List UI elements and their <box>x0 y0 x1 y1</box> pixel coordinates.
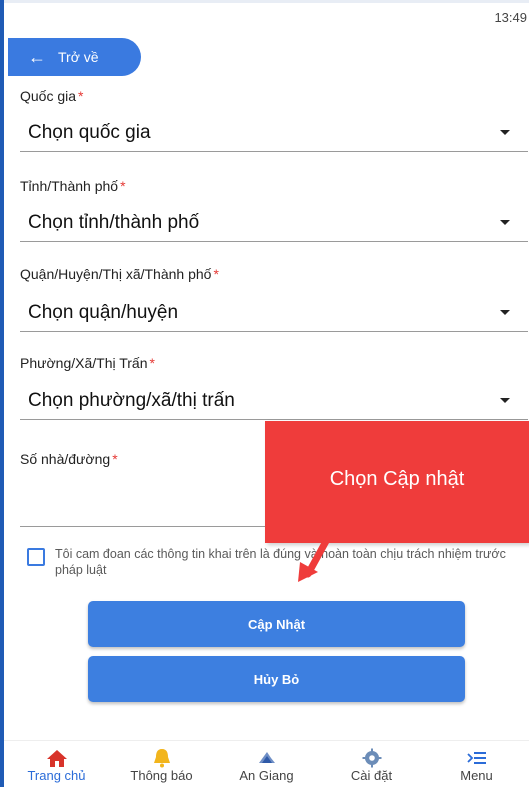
bell-icon <box>153 749 170 768</box>
window-left-border <box>0 0 4 787</box>
country-label: Quốc gia * <box>20 88 84 104</box>
ward-label: Phường/Xã/Thị Trấn * <box>20 355 155 371</box>
tab-home-label: Trang chủ <box>27 768 86 783</box>
commitment-checkbox[interactable] <box>27 548 45 566</box>
tab-settings-label: Cài đặt <box>350 768 393 783</box>
district-select[interactable]: Chọn quận/huyện <box>20 294 528 332</box>
window-top-border <box>0 0 529 3</box>
bottom-tab-bar: Trang chủ Thông báo An Giang Cài đặt Men… <box>4 740 529 788</box>
province-label: Tỉnh/Thành phố * <box>20 178 126 194</box>
logo-icon <box>258 752 275 763</box>
ward-select[interactable]: Chọn phường/xã/thị trấn <box>20 382 528 420</box>
district-label: Quận/Huyện/Thị xã/Thành phố * <box>20 266 219 282</box>
tab-menu[interactable]: Menu <box>424 741 529 788</box>
cancel-button[interactable]: Hủy Bỏ <box>88 656 465 702</box>
annotation-callout: Chọn Cập nhật <box>265 421 529 543</box>
ward-field: Phường/Xã/Thị Trấn * Chọn phường/xã/thị t… <box>20 355 528 420</box>
province-value: Chọn tỉnh/thành phố <box>28 211 200 233</box>
gear-icon <box>362 748 381 768</box>
tab-menu-label: Menu <box>460 768 493 783</box>
district-field: Quận/Huyện/Thị xã/Thành phố * Chọn quận/h… <box>20 266 528 332</box>
update-button[interactable]: Cập Nhật <box>88 601 465 647</box>
arrow-left-icon: ← <box>28 47 46 67</box>
district-value: Chọn quận/huyện <box>28 301 179 323</box>
dropdown-caret-icon <box>500 398 510 403</box>
dropdown-caret-icon <box>500 220 510 225</box>
status-time: 13:49 <box>494 10 527 25</box>
country-field: Quốc gia * Chọn quốc gia <box>20 88 528 152</box>
back-button[interactable]: ← Trở về <box>8 38 141 76</box>
ward-value: Chọn phường/xã/thị trấn <box>28 389 235 411</box>
tab-an-giang[interactable]: An Giang <box>214 741 319 788</box>
tab-an-giang-label: An Giang <box>239 768 294 783</box>
province-select[interactable]: Chọn tỉnh/thành phố <box>20 204 528 242</box>
tab-notifications-label: Thông báo <box>130 768 193 783</box>
country-select[interactable]: Chọn quốc gia <box>20 114 528 152</box>
tab-settings[interactable]: Cài đặt <box>319 741 424 788</box>
annotation-text: Chọn Cập nhật <box>329 468 465 490</box>
menu-icon <box>466 752 486 764</box>
tab-home[interactable]: Trang chủ <box>4 741 109 788</box>
tab-notifications[interactable]: Thông báo <box>109 741 214 788</box>
dropdown-caret-icon <box>500 130 510 135</box>
province-field: Tỉnh/Thành phố * Chọn tỉnh/thành phố <box>20 178 528 242</box>
back-label: Trở về <box>58 49 99 65</box>
country-value: Chọn quốc gia <box>28 121 151 143</box>
annotation-arrow-icon <box>298 532 334 582</box>
dropdown-caret-icon <box>500 310 510 315</box>
home-icon <box>46 750 67 767</box>
